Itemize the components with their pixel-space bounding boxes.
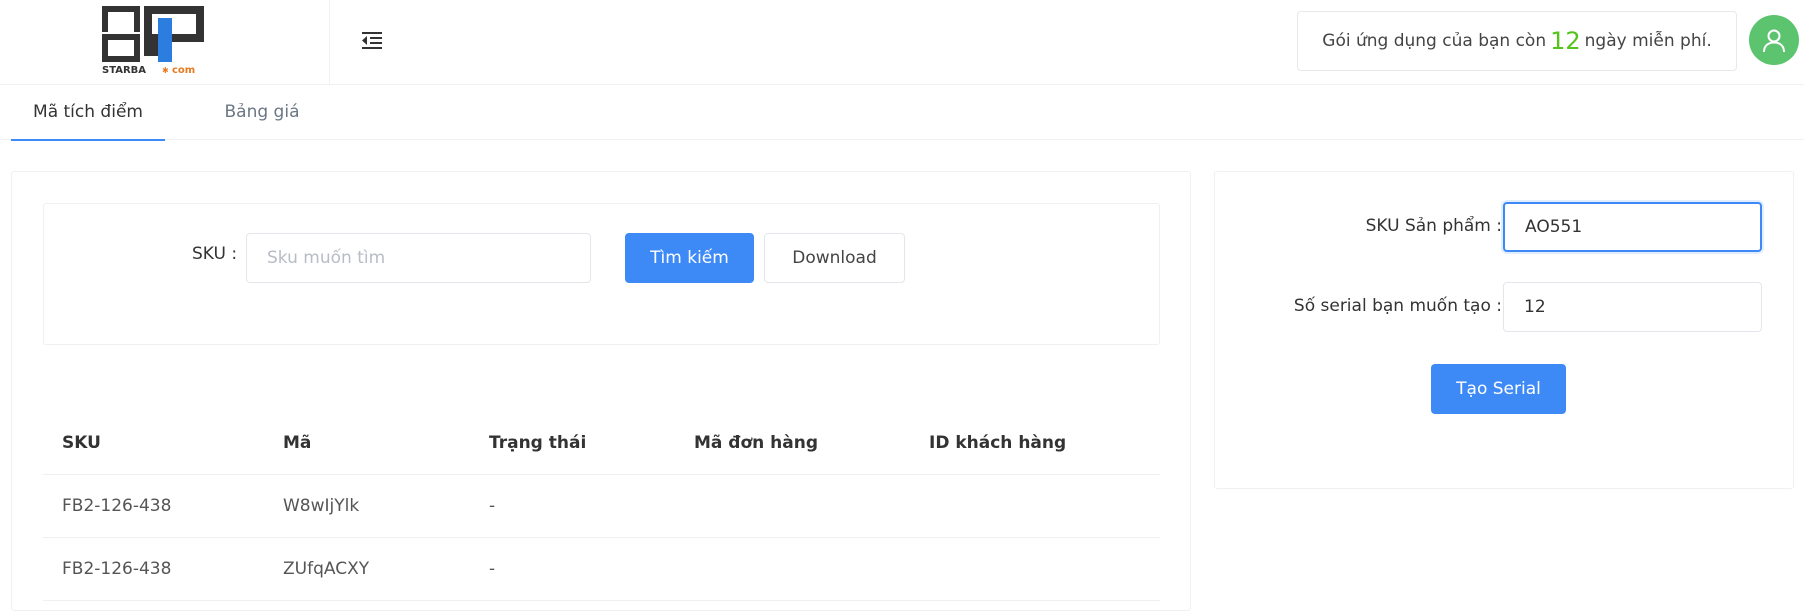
product-sku-input[interactable] (1503, 202, 1762, 252)
trial-notice: Gói ứng dụng của bạn còn 12 ngày miễn ph… (1297, 11, 1737, 71)
trial-prefix: Gói ứng dụng của bạn còn (1322, 31, 1547, 51)
tab-ma-tich-diem[interactable]: Mã tích điểm (11, 85, 165, 141)
cell-sku: FB2-126-438 (62, 559, 172, 579)
download-button[interactable]: Download (764, 233, 905, 283)
cell-code: ZUfqACXY (283, 559, 370, 579)
table-row: FB2-126-438 W8wIjYlk - (43, 475, 1160, 538)
serial-count-input[interactable] (1503, 282, 1762, 332)
cell-code: W8wIjYlk (283, 496, 360, 516)
user-icon (1763, 29, 1785, 53)
logo[interactable]: STARBA ✱ com (100, 4, 208, 76)
create-serial-button[interactable]: Tạo Serial (1431, 364, 1566, 414)
column-header-sku: SKU (62, 433, 101, 453)
trial-suffix: ngày miễn phí. (1584, 31, 1712, 51)
search-button[interactable]: Tìm kiếm (625, 233, 754, 283)
avatar[interactable] (1749, 15, 1799, 65)
sku-search-input[interactable] (246, 233, 591, 283)
serial-list-card: SKU : Tìm kiếm Download SKU Mã Trạng thá… (11, 171, 1191, 611)
tab-bang-gia[interactable]: Bảng giá (210, 85, 314, 140)
column-header-status: Trạng thái (489, 433, 587, 453)
tab-bar: Mã tích điểm Bảng giá (0, 85, 1804, 141)
logo-suffix: com (172, 65, 195, 76)
header: STARBA ✱ com Gói ứng dụng của bạn còn 12… (0, 0, 1804, 85)
serial-table: SKU Mã Trạng thái Mã đơn hàng ID khách h… (43, 412, 1160, 601)
create-serial-card: SKU Sản phẩm : Số serial bạn muốn tạo : … (1214, 171, 1794, 489)
sku-search-label: SKU : (192, 244, 238, 264)
cell-status: - (489, 496, 496, 516)
table-row: FB2-126-438 ZUfqACXY - (43, 538, 1160, 601)
search-panel: SKU : Tìm kiếm Download (43, 203, 1160, 345)
product-sku-label: SKU Sản phẩm : (1365, 216, 1502, 236)
serial-count-label: Số serial bạn muốn tạo : (1293, 296, 1502, 316)
column-header-order-id: Mã đơn hàng (694, 433, 819, 453)
trial-days: 12 (1550, 27, 1581, 55)
column-header-customer-id: ID khách hàng (929, 433, 1067, 453)
table-header-row: SKU Mã Trạng thái Mã đơn hàng ID khách h… (43, 412, 1160, 475)
logo-area: STARBA ✱ com (0, 0, 330, 84)
logo-text: STARBA (102, 65, 146, 76)
column-header-code: Mã (283, 433, 312, 453)
svg-text:✱: ✱ (162, 66, 169, 75)
cell-status: - (489, 559, 496, 579)
menu-fold-icon[interactable] (360, 28, 384, 52)
cell-sku: FB2-126-438 (62, 496, 172, 516)
